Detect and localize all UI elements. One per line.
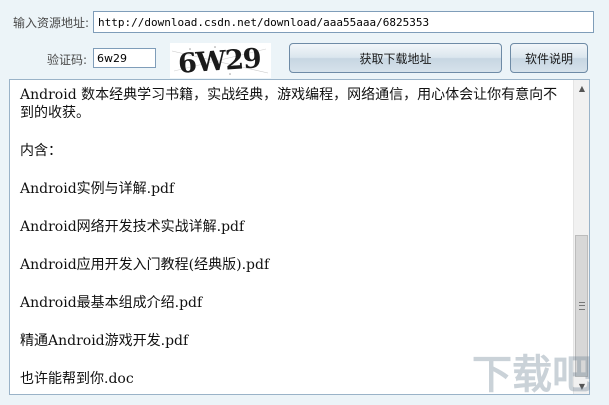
captcha-input[interactable] [93, 48, 156, 68]
list-item: Android网络开发技术实战详解.pdf [20, 219, 245, 235]
list-item: Android应用开发入门教程(经典版).pdf [20, 257, 270, 273]
captcha-image[interactable]: 6W29 [170, 43, 271, 78]
intro-text: Android 数本经典学习书籍，实战经典，游戏编程，网络通信，用心体会让你有意… [20, 87, 558, 121]
list-item: Android最基本组成介绍.pdf [20, 295, 203, 311]
software-help-button[interactable]: 软件说明 [510, 43, 588, 73]
watermark-text: 下载吧 [472, 352, 590, 398]
url-label: 输入资源地址: [13, 16, 90, 30]
grip-icon [578, 302, 585, 310]
captcha-graphic: 6W29 [171, 43, 269, 78]
watermark-logo: 下载吧 [470, 340, 592, 400]
captcha-text: 6W29 [177, 43, 262, 78]
scroll-up-icon[interactable]: ▲ [574, 80, 589, 96]
contains-label: 内含： [20, 143, 62, 159]
get-download-url-button[interactable]: 获取下载地址 [289, 43, 502, 73]
resource-url-input[interactable] [93, 11, 594, 33]
list-item: Android实例与详解.pdf [20, 181, 175, 197]
captcha-label: 验证码: [47, 53, 88, 67]
